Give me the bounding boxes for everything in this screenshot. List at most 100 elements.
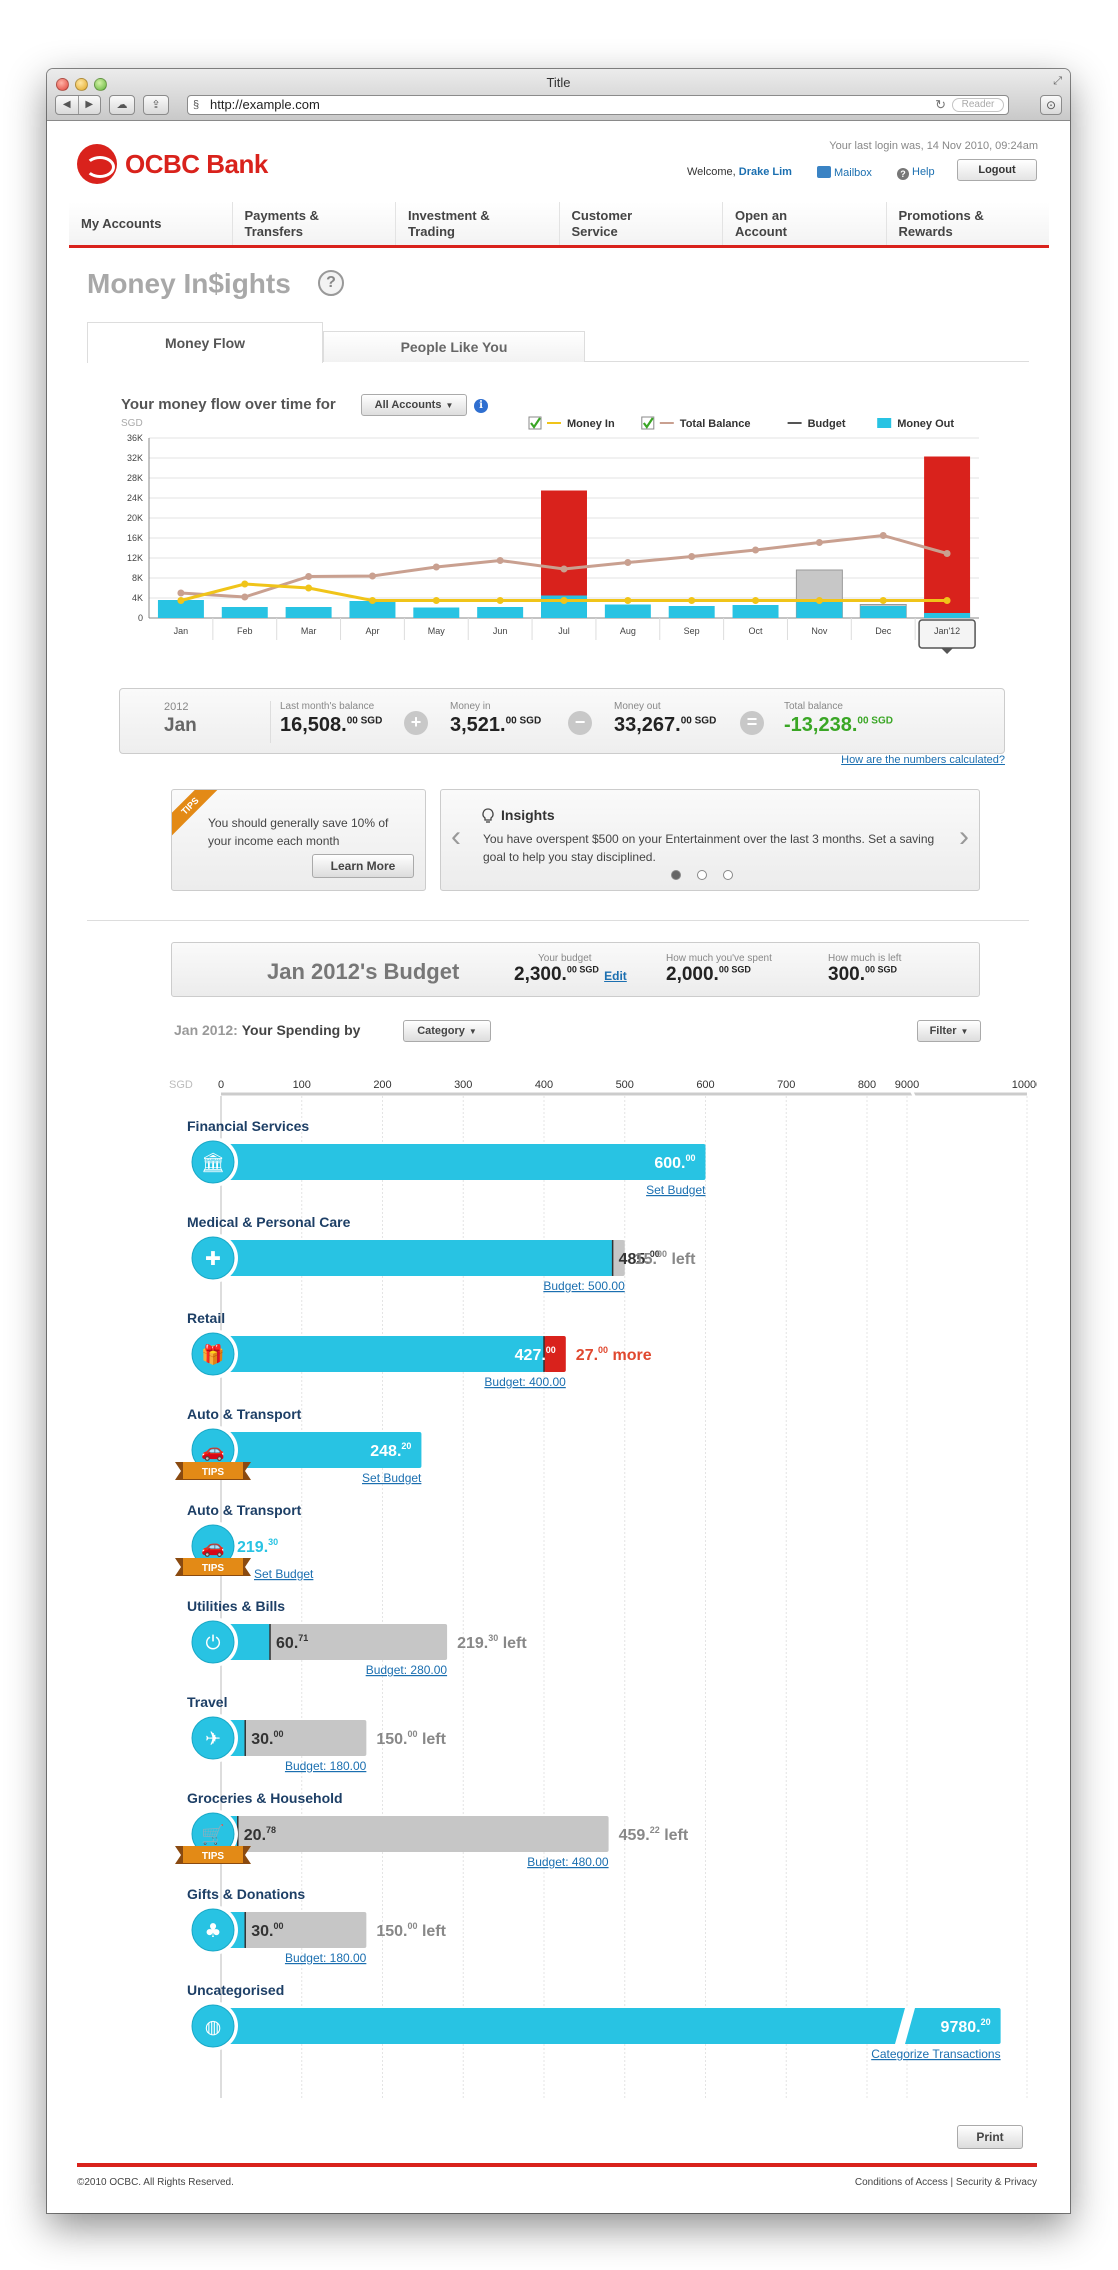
budget-link[interactable]: Categorize Transactions <box>871 2047 1000 2061</box>
info-icon[interactable]: i <box>474 399 488 413</box>
question-mark-icon[interactable]: ? <box>318 270 344 296</box>
total-balance-point <box>624 559 632 566</box>
total-balance-point <box>241 593 249 601</box>
spent-bar <box>221 1240 613 1276</box>
help-link[interactable]: ? Help <box>897 166 935 180</box>
money-out-bar <box>732 605 779 618</box>
budget-link[interactable]: Budget: 280.00 <box>366 1663 448 1677</box>
money-out-bar <box>477 607 524 618</box>
money-in: Money in 3,521.00 SGD <box>450 701 541 737</box>
category-row[interactable]: Auto & Transport248.20Set Budget🚗TIPS <box>175 1406 422 1485</box>
money-in-point <box>624 597 632 604</box>
learn-more-button[interactable]: Learn More <box>312 854 414 878</box>
tab-money-flow[interactable]: Money Flow <box>87 322 323 363</box>
filter-dropdown[interactable]: Filter ▼ <box>917 1020 981 1042</box>
money-out-label: Money out <box>614 701 661 712</box>
money-out: Money out 33,267.00 SGD <box>614 701 716 737</box>
budget-link[interactable]: Budget: 180.00 <box>285 1759 367 1773</box>
category-row[interactable]: Groceries & Household20.78 459.22 leftBud… <box>175 1790 689 1869</box>
axis-break <box>909 1089 917 1099</box>
main-nav: My Accounts Payments & Transfers Investme… <box>69 202 1049 248</box>
reload-icon[interactable]: ↻ <box>935 96 946 114</box>
footer-rule <box>77 2163 1037 2167</box>
nav-label: Payments & <box>244 208 319 223</box>
carousel-dot[interactable] <box>671 870 681 880</box>
money-in-point <box>943 597 951 604</box>
x-tick-label: Mar <box>301 626 317 636</box>
x-tick-label: Dec <box>875 626 892 636</box>
category-row[interactable]: Travel30.00 150.00 leftBudget: 180.00✈ <box>187 1694 447 1773</box>
carousel-dot[interactable] <box>723 870 733 880</box>
legend-item[interactable]: Total Balance <box>641 416 751 430</box>
your-budget: Your budget 2,300.00 SGD Edit <box>514 953 627 986</box>
nav-label: Open an <box>735 208 788 223</box>
insights-title: Insights <box>501 807 555 823</box>
category-row[interactable]: Financial Services600.00Set Budget🏛 <box>187 1118 706 1197</box>
y-tick-label: 12K <box>127 553 143 563</box>
category-row[interactable]: Medical & Personal Care485.0015.00 leftB… <box>187 1214 696 1293</box>
downloads-icon[interactable]: ⊙ <box>1040 95 1062 115</box>
category-row[interactable]: Gifts & Donations30.00 150.00 leftBudget:… <box>187 1886 447 1965</box>
money-out-bar <box>668 606 715 618</box>
category-row[interactable]: Uncategorised9780.20Categorize Transacti… <box>187 1982 1001 2061</box>
cloud-icon[interactable]: ☁ <box>109 95 135 115</box>
carousel-dot[interactable] <box>697 870 707 880</box>
back-arrow-icon[interactable]: ◀ <box>56 96 78 114</box>
reader-button[interactable]: Reader <box>952 98 1004 112</box>
budget-link[interactable]: Budget: 500.00 <box>543 1279 625 1293</box>
share-icon[interactable]: ⇪ <box>143 95 169 115</box>
how-calculated-link[interactable]: How are the numbers calculated? <box>841 754 1005 766</box>
nav-my-accounts[interactable]: My Accounts <box>69 202 233 245</box>
next-insight-icon[interactable]: › <box>959 820 969 854</box>
y-axis-unit: SGD <box>121 418 143 429</box>
prev-insight-icon[interactable]: ‹ <box>451 820 461 854</box>
money-in-point <box>560 597 568 604</box>
divider <box>270 701 271 743</box>
nav-open-account[interactable]: Open an Account <box>723 202 887 245</box>
user-name-link[interactable]: Drake Lim <box>739 166 792 178</box>
print-button[interactable]: Print <box>957 2125 1023 2149</box>
category-row[interactable]: Auto & Transport 219.30 Set Budget 🚗 TIPS <box>175 1502 314 1581</box>
budget-link[interactable]: Set Budget <box>646 1183 706 1197</box>
gift-icon-glyph: 🎁 <box>201 1343 225 1366</box>
filter-value: Filter <box>929 1025 957 1037</box>
summary-month: Jan <box>164 715 197 736</box>
history-nav: ◀ ▶ <box>55 95 101 115</box>
category-name: Retail <box>187 1310 225 1326</box>
footer-links[interactable]: Conditions of Access | Security & Privac… <box>855 2177 1037 2188</box>
insight-tabs: Money Flow People Like You <box>87 322 1029 363</box>
mailbox-link[interactable]: Mailbox <box>817 166 872 179</box>
group-by-dropdown[interactable]: Category ▼ <box>403 1020 491 1042</box>
category-row[interactable]: Retail427.00 27.00 moreBudget: 400.00🎁 <box>187 1310 652 1389</box>
legend-item[interactable]: Money Out <box>877 418 954 430</box>
edit-budget-link[interactable]: Edit <box>604 969 627 983</box>
y-tick-label: 32K <box>127 453 143 463</box>
legend-item[interactable]: Money In <box>528 416 615 430</box>
nav-promotions-rewards[interactable]: Promotions & Rewards <box>887 202 1050 245</box>
logout-button[interactable]: Logout <box>957 159 1037 181</box>
budget-link[interactable]: Set Budget <box>362 1471 422 1485</box>
forward-arrow-icon[interactable]: ▶ <box>77 96 101 114</box>
ocbc-logo[interactable]: OCBC Bank <box>77 144 268 184</box>
tips-card: TIPS You should generally save 10% of yo… <box>171 789 426 891</box>
last-balance-value: 16,508.00 SGD <box>280 714 382 737</box>
total-balance-cents: 00 SGD <box>857 715 893 727</box>
nav-customer-service[interactable]: Customer Service <box>560 202 723 245</box>
fullscreen-icon[interactable]: ⤢ <box>1053 75 1062 88</box>
browser-titlebar: Title ⤢ ◀ ▶ ☁ ⇪ § http://example.com ↻ R… <box>47 69 1070 121</box>
nav-investment-trading[interactable]: Investment & Trading <box>396 202 560 245</box>
nav-label: Rewards <box>898 224 953 239</box>
budget-link[interactable]: Budget: 400.00 <box>484 1375 566 1389</box>
budget-link[interactable]: Budget: 480.00 <box>527 1855 609 1869</box>
category-row[interactable]: Utilities & Bills60.71 219.30 leftBudget:… <box>187 1598 527 1677</box>
legend-item[interactable]: Budget <box>787 418 846 430</box>
budget-link[interactable]: Budget: 180.00 <box>285 1951 367 1965</box>
address-bar[interactable]: § http://example.com ↻ Reader <box>187 95 1009 115</box>
welcome-text: Welcome, Drake Lim <box>687 166 792 178</box>
your-budget-label: Your budget <box>538 953 592 964</box>
account-filter-dropdown[interactable]: All Accounts ▼ <box>361 394 467 416</box>
insights-text: You have overspent $500 on your Entertai… <box>483 832 935 864</box>
budget-link[interactable]: Set Budget <box>254 1567 314 1581</box>
nav-payments-transfers[interactable]: Payments & Transfers <box>233 202 396 245</box>
tab-people-like-you[interactable]: People Like You <box>323 331 585 362</box>
